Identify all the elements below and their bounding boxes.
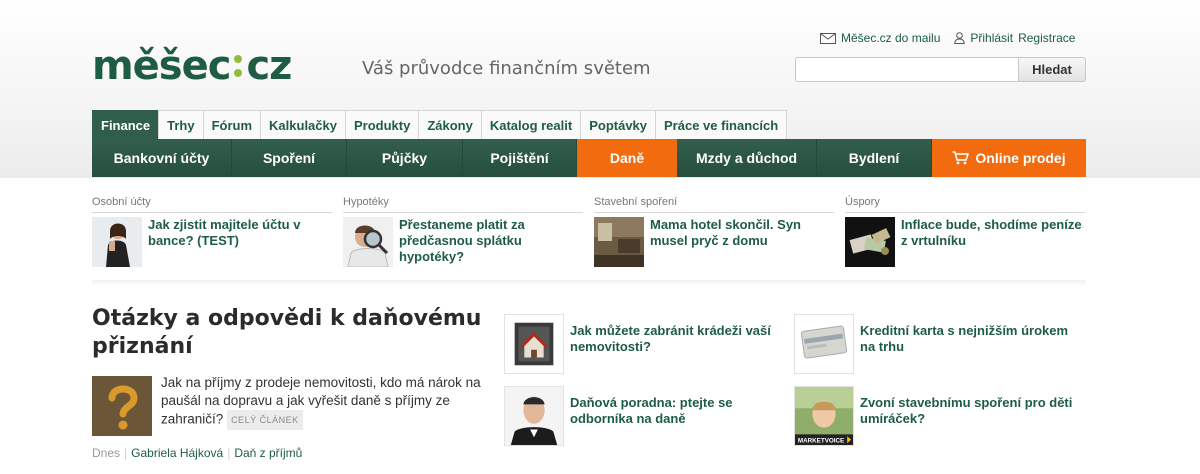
- section-divider: [92, 280, 1086, 286]
- featured-item[interactable]: Stavební spoření Mama hotel skončil. Syn…: [594, 196, 834, 267]
- nav-pojisteni[interactable]: Pojištění: [463, 139, 577, 177]
- side-article[interactable]: Jak můžete zabránit krádeži vaší nemovit…: [504, 314, 790, 374]
- main-article-perex: Jak na příjmy z prodeje nemovitosti, kdo…: [161, 374, 487, 430]
- nav-online-prodej-label: Online prodej: [975, 150, 1066, 166]
- featured-thumbnail-magnifier[interactable]: [343, 217, 393, 267]
- section-tabs: Finance Trhy Fórum Kalkulačky Produkty Z…: [92, 110, 788, 139]
- marketvoice-label: MARKETVOICE: [798, 438, 844, 445]
- featured-item[interactable]: Osobní účty Jak zjistit majitele účtu v …: [92, 196, 332, 267]
- featured-articles: Osobní účty Jak zjistit majitele účtu v …: [92, 196, 1086, 270]
- search-form: Hledat: [795, 57, 1086, 82]
- register-link[interactable]: Registrace: [1018, 31, 1075, 45]
- user-icon: [954, 32, 966, 44]
- featured-category[interactable]: Hypotéky: [343, 196, 583, 213]
- side-article-title[interactable]: Jak můžete zabránit krádeži vaší nemovit…: [570, 323, 790, 374]
- nav-pujcky[interactable]: Půjčky: [347, 139, 463, 177]
- envelope-icon: [820, 32, 836, 44]
- main-navigation: Bankovní účty Spoření Půjčky Pojištění D…: [92, 139, 1086, 177]
- side-article[interactable]: Daňová poradna: ptejte se odborníka na d…: [504, 386, 790, 446]
- logo-text-left: měšec: [92, 43, 231, 89]
- featured-item[interactable]: Úspory Inflace bude, shodíme peníze z vr…: [845, 196, 1085, 267]
- featured-thumbnail-woman-phone[interactable]: [92, 217, 142, 267]
- tag-link[interactable]: Daň z příjmů: [234, 446, 302, 460]
- tab-katalog-realit[interactable]: Katalog realit: [480, 110, 582, 139]
- top-links: Měšec.cz do mailu Přihlásit Registrace: [820, 31, 1089, 45]
- login-link-label: Přihlásit: [970, 31, 1014, 45]
- featured-item[interactable]: Hypotéky Přestaneme platit za předčasnou…: [343, 196, 583, 267]
- nav-dane[interactable]: Daně: [577, 139, 677, 177]
- tab-trhy[interactable]: Trhy: [158, 110, 204, 139]
- featured-thumbnail-money[interactable]: [845, 217, 895, 267]
- nav-sporeni[interactable]: Spoření: [232, 139, 347, 177]
- main-article-title[interactable]: Otázky a odpovědi k daňovému přiznání: [92, 305, 492, 361]
- tab-kalkulacky[interactable]: Kalkulačky: [260, 110, 346, 139]
- nav-mzdy-a-duchod[interactable]: Mzdy a důchod: [677, 139, 817, 177]
- tab-zakony[interactable]: Zákony: [418, 110, 482, 139]
- featured-category[interactable]: Osobní účty: [92, 196, 332, 213]
- cart-icon: [952, 151, 970, 165]
- side-article[interactable]: Kreditní karta s nejnižším úrokem na trh…: [794, 314, 1080, 374]
- featured-title[interactable]: Inflace bude, shodíme peníze z vrtulníku: [901, 217, 1085, 267]
- side-thumbnail-child[interactable]: MARKETVOICE: [794, 386, 854, 446]
- tab-produkty[interactable]: Produkty: [344, 110, 420, 139]
- site-tagline: Váš průvodce finančním světem: [362, 58, 651, 79]
- featured-category[interactable]: Stavební spoření: [594, 196, 834, 213]
- search-input[interactable]: [795, 57, 1018, 82]
- tab-finance[interactable]: Finance: [92, 110, 160, 139]
- nav-bydleni[interactable]: Bydlení: [817, 139, 932, 177]
- side-thumbnail-safe[interactable]: [504, 314, 564, 374]
- main-article-perex-text: Jak na příjmy z prodeje nemovitosti, kdo…: [161, 375, 481, 427]
- side-thumbnail-credit-card[interactable]: [794, 314, 854, 374]
- tab-forum[interactable]: Fórum: [202, 110, 262, 139]
- featured-thumbnail-room[interactable]: [594, 217, 644, 267]
- article-date: Dnes: [92, 446, 121, 460]
- search-button[interactable]: Hledat: [1018, 57, 1086, 82]
- newsletter-link-label: Měšec.cz do mailu: [841, 31, 941, 45]
- read-more-badge[interactable]: CELÝ ČLÁNEK: [227, 410, 303, 430]
- main-article-meta: Dnes | Gabriela Hájková | Daň z příjmů: [92, 446, 303, 460]
- newsletter-link[interactable]: Měšec.cz do mailu: [820, 31, 940, 45]
- logo-colon-icon: [231, 46, 245, 86]
- featured-category[interactable]: Úspory: [845, 196, 1085, 213]
- author-link[interactable]: Gabriela Hájková: [131, 446, 223, 460]
- side-thumbnail-portrait[interactable]: [504, 386, 564, 446]
- login-link[interactable]: Přihlásit: [954, 31, 1013, 45]
- logo-text-right: cz: [246, 43, 292, 89]
- side-article-title[interactable]: Daňová poradna: ptejte se odborníka na d…: [570, 395, 790, 446]
- main-article-thumbnail-question-mark[interactable]: [92, 376, 152, 436]
- site-logo[interactable]: měšec cz: [92, 42, 292, 90]
- side-article-title[interactable]: Kreditní karta s nejnižším úrokem na trh…: [860, 323, 1080, 374]
- featured-title[interactable]: Jak zjistit majitele účtu v bance? (TEST…: [148, 217, 332, 267]
- nav-online-prodej[interactable]: Online prodej: [932, 139, 1086, 177]
- featured-title[interactable]: Přestaneme platit za předčasnou splátku …: [399, 217, 583, 267]
- nav-bankovni-ucty[interactable]: Bankovní účty: [92, 139, 232, 177]
- featured-title[interactable]: Mama hotel skončil. Syn musel pryč z dom…: [650, 217, 834, 267]
- side-article[interactable]: MARKETVOICE Zvoní stavebnímu spoření pro…: [794, 386, 1080, 446]
- side-article-title[interactable]: Zvoní stavebnímu spoření pro děti umíráč…: [860, 395, 1080, 446]
- tab-poptavky[interactable]: Poptávky: [580, 110, 657, 139]
- tab-prace-ve-financich[interactable]: Práce ve financích: [655, 110, 788, 139]
